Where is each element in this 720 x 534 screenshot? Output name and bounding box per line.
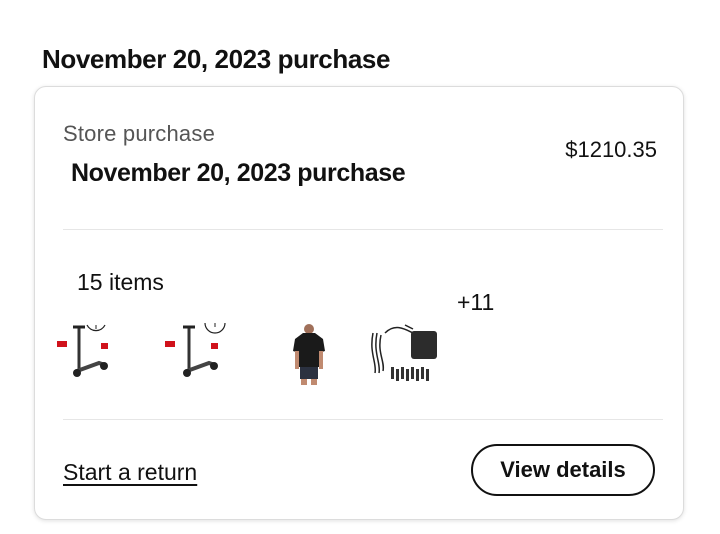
view-details-button[interactable]: View details (471, 444, 655, 496)
more-items-count: +11 (457, 289, 495, 315)
divider (63, 419, 663, 420)
order-title: November 20, 2023 purchase (35, 157, 476, 196)
item-count: 15 items (77, 269, 164, 295)
page-title: November 20, 2023 purchase (18, 40, 441, 83)
item-thumbnail-scooter[interactable] (55, 313, 135, 393)
order-card: Store purchase November 20, 2023 purchas… (34, 86, 684, 520)
store-purchase-label: Store purchase (63, 121, 215, 146)
item-thumbnail-charger[interactable] (365, 313, 445, 393)
divider (63, 229, 663, 230)
item-thumbnail-scooter[interactable] (163, 313, 243, 393)
page: November 20, 2023 purchase Store purchas… (0, 0, 720, 534)
tshirt-icon (293, 324, 325, 385)
start-return-link[interactable]: Start a return (63, 459, 197, 486)
scooter-icon (57, 324, 108, 377)
charger-cable-icon (371, 324, 437, 381)
scooter-icon (165, 322, 226, 377)
order-total: $1210.35 (565, 137, 657, 162)
item-thumbnail-tshirt[interactable] (271, 313, 351, 393)
